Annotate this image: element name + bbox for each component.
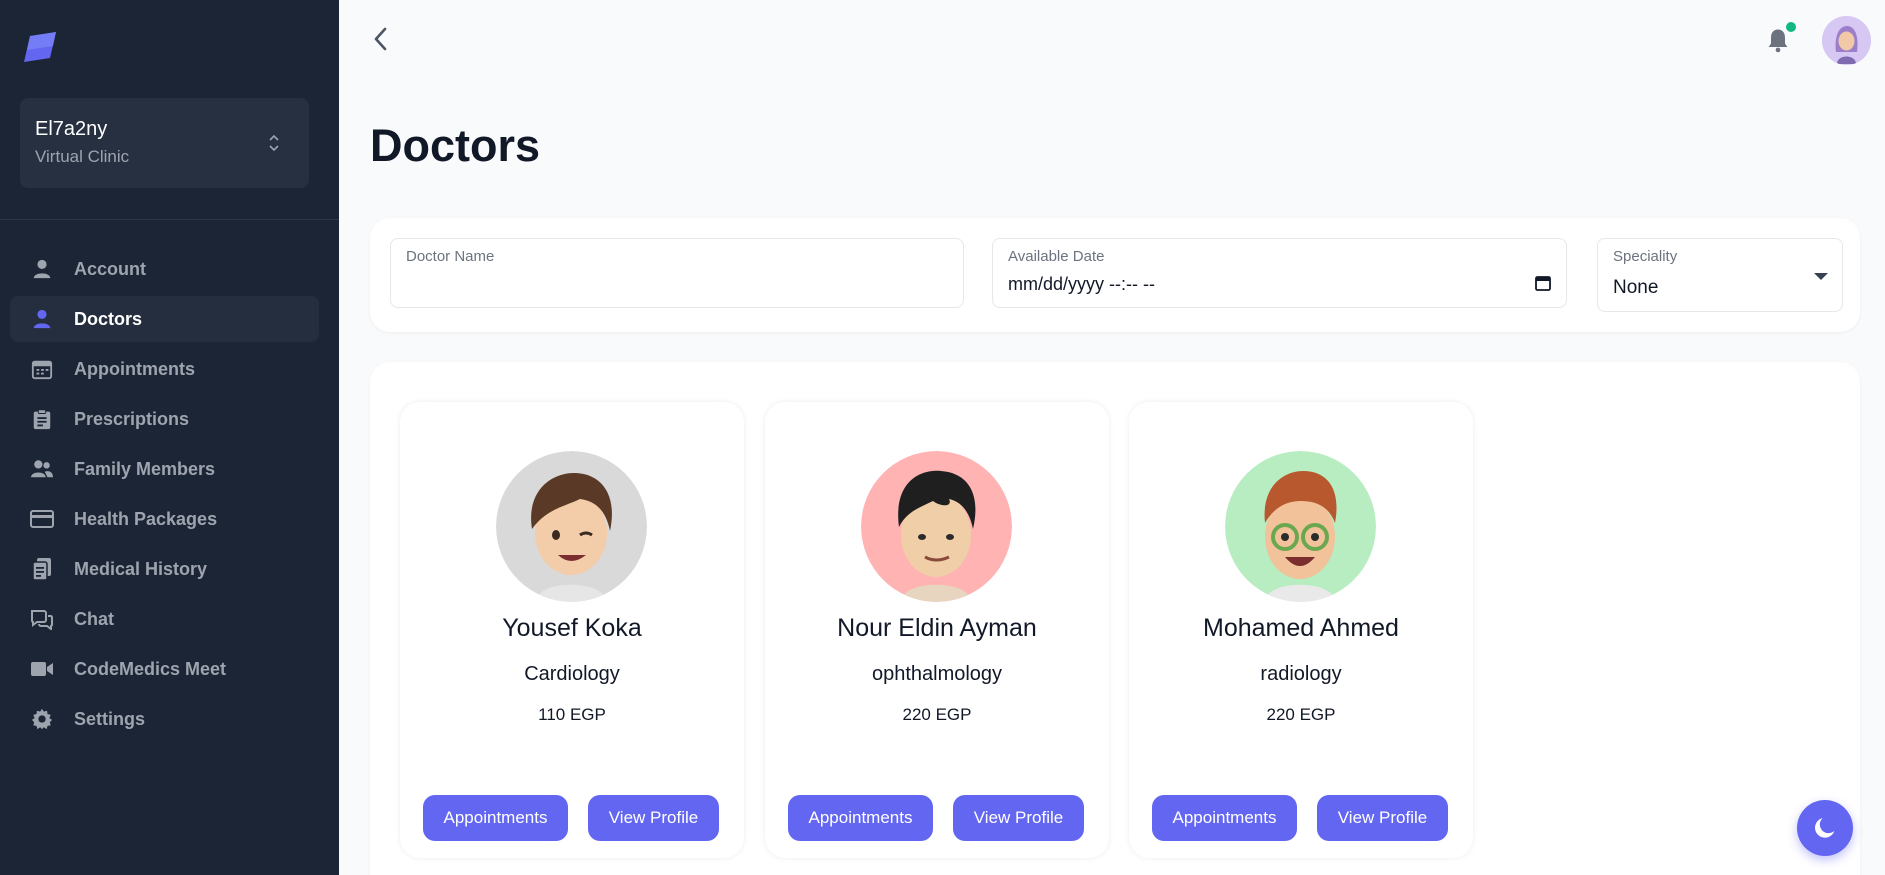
speciality-value: None	[1613, 277, 1659, 298]
video-icon	[30, 657, 54, 681]
appointments-button[interactable]: Appointments	[1152, 795, 1297, 841]
documents-icon	[30, 557, 54, 581]
chevron-left-icon	[374, 27, 387, 51]
sidebar-item-account[interactable]: Account	[10, 246, 319, 292]
doctor-avatar	[861, 451, 1012, 602]
doctor-fee: 220 EGP	[902, 705, 972, 724]
clipboard-icon	[30, 407, 54, 431]
sidebar-item-label: Family Members	[74, 458, 216, 479]
appointments-button[interactable]: Appointments	[788, 795, 933, 841]
doctor-avatar	[496, 451, 647, 602]
chevron-up-down-icon	[269, 134, 279, 152]
sidebar-item-settings[interactable]: Settings	[10, 696, 319, 742]
appointments-button[interactable]: Appointments	[423, 795, 568, 841]
sidebar-item-doctors[interactable]: Doctors	[10, 296, 319, 342]
doctor-name-label: Doctor Name	[406, 248, 495, 265]
sidebar-item-label: Appointments	[74, 358, 195, 379]
notification-badge	[1786, 22, 1796, 32]
sidebar-item-label: Settings	[74, 708, 146, 729]
back-button[interactable]	[368, 24, 394, 54]
speciality-select[interactable]: Speciality None	[1597, 238, 1843, 312]
doctor-avatar	[1225, 451, 1376, 602]
doctor-speciality: ophthalmology	[871, 663, 1003, 685]
sidebar-item-label: Chat	[74, 608, 114, 629]
available-date-field[interactable]: Available Date mm/dd/yyyy --:-- --	[992, 238, 1567, 308]
page-title: Doctors	[370, 120, 541, 171]
doctor-name: Mohamed Ahmed	[1203, 614, 1399, 642]
filter-panel: Doctor Name Available Date mm/dd/yyyy --…	[370, 218, 1860, 332]
doctor-speciality: radiology	[1260, 663, 1342, 685]
available-date-label: Available Date	[1008, 248, 1105, 265]
doctor-name: Yousef Koka	[502, 614, 642, 642]
calendar-icon	[30, 357, 54, 381]
app-logo[interactable]	[20, 28, 60, 68]
user-icon	[30, 257, 54, 281]
view-profile-button[interactable]: View Profile	[1317, 795, 1448, 841]
sidebar-item-label: Doctors	[74, 308, 143, 329]
doctors-list: Yousef Koka Cardiology 110 EGP Appointme…	[370, 362, 1860, 875]
user-avatar[interactable]	[1822, 16, 1871, 65]
theme-toggle-button[interactable]	[1797, 800, 1853, 856]
sidebar-item-codemedics-meet[interactable]: CodeMedics Meet	[10, 646, 319, 692]
sidebar-item-medical-history[interactable]: Medical History	[10, 546, 319, 592]
chat-icon	[30, 607, 54, 631]
doctor-name-input[interactable]	[405, 273, 637, 294]
view-profile-button[interactable]: View Profile	[953, 795, 1084, 841]
sidebar-item-label: Medical History	[74, 558, 208, 579]
doctor-fee: 110 EGP	[538, 705, 606, 724]
sidebar-item-family-members[interactable]: Family Members	[10, 446, 319, 492]
sidebar-divider	[0, 219, 339, 220]
moon-icon	[1815, 818, 1835, 838]
sidebar-item-chat[interactable]: Chat	[10, 596, 319, 642]
credit-card-icon	[30, 507, 54, 531]
caret-down-icon	[1814, 273, 1828, 280]
available-date-input[interactable]: mm/dd/yyyy --:-- --	[1008, 274, 1155, 295]
workspace-name: El7a2ny	[35, 118, 108, 140]
users-icon	[30, 457, 54, 481]
sidebar-item-label: Account	[74, 258, 146, 279]
sidebar-item-appointments[interactable]: Appointments	[10, 346, 319, 392]
sidebar-item-label: Prescriptions	[74, 408, 190, 429]
sidebar-nav: Account Doctors Appointments Prescriptio…	[10, 246, 319, 746]
doctor-fee: 220 EGP	[1266, 705, 1336, 724]
view-profile-button[interactable]: View Profile	[588, 795, 719, 841]
doctor-card: Nour Eldin Ayman ophthalmology 220 EGP A…	[765, 402, 1109, 858]
sidebar: El7a2ny Virtual Clinic Account Doctors A…	[0, 0, 339, 875]
sidebar-item-label: CodeMedics Meet	[74, 658, 227, 679]
doctor-card: Mohamed Ahmed radiology 220 EGP Appointm…	[1129, 402, 1473, 858]
speciality-label: Speciality	[1613, 248, 1678, 265]
sidebar-item-label: Health Packages	[74, 508, 218, 529]
doctor-speciality: Cardiology	[524, 663, 620, 685]
doctor-card: Yousef Koka Cardiology 110 EGP Appointme…	[400, 402, 744, 858]
workspace-subtitle: Virtual Clinic	[35, 147, 130, 166]
doctor-name: Nour Eldin Ayman	[837, 614, 1037, 642]
user-icon	[30, 307, 54, 331]
gear-icon	[30, 707, 54, 731]
calendar-icon[interactable]	[1534, 274, 1552, 292]
sidebar-item-prescriptions[interactable]: Prescriptions	[10, 396, 319, 442]
workspace-selector[interactable]: El7a2ny Virtual Clinic	[20, 98, 309, 188]
sidebar-item-health-packages[interactable]: Health Packages	[10, 496, 319, 542]
doctor-name-field[interactable]: Doctor Name	[390, 238, 964, 308]
